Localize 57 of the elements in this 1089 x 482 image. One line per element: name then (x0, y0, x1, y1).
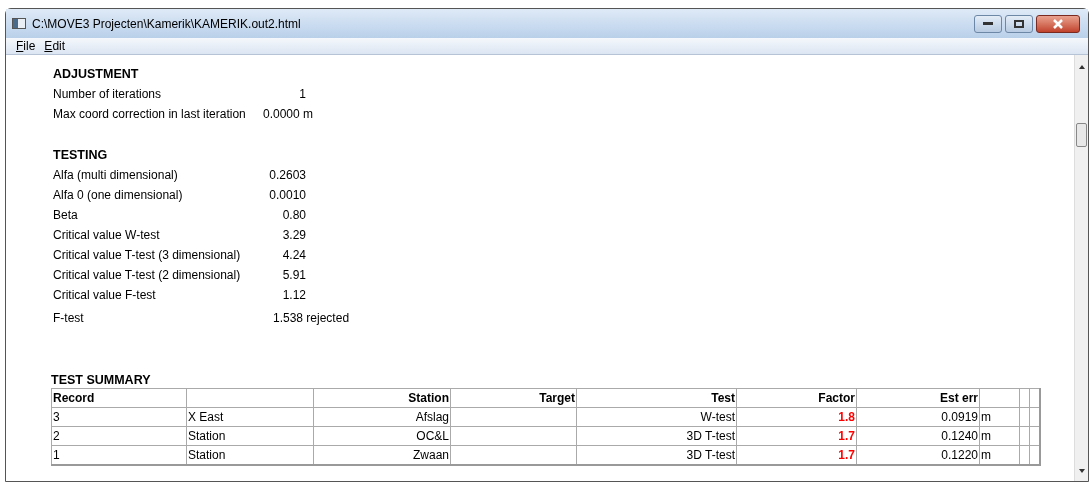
label-text: Number of iterations (53, 86, 163, 103)
table-cell: 0.0919 (856, 407, 980, 427)
table-cell: W-test (576, 407, 737, 427)
minimize-button[interactable] (974, 14, 1002, 33)
menu-item[interactable]: File (16, 37, 36, 55)
close-button[interactable] (1036, 14, 1080, 33)
value-text: 0.0000 m (263, 106, 314, 123)
label-text: F-test (53, 310, 85, 327)
section-heading: TESTING (53, 146, 109, 164)
table-cell: Afslag (313, 407, 451, 427)
column-header: Factor (736, 388, 857, 408)
value-text: 5.91 (281, 267, 306, 284)
app-icon (12, 18, 26, 29)
window-title: C:\MOVE3 Projecten\Kamerik\KAMERIK.out2.html (32, 15, 301, 33)
column-header: Test (576, 388, 737, 408)
table-cell: 2 (51, 426, 187, 446)
close-icon (1052, 18, 1064, 29)
table-cell: 1 (51, 445, 187, 465)
maximize-button[interactable] (1005, 14, 1033, 33)
value-text: 0.80 (281, 207, 306, 224)
column-header: Station (313, 388, 451, 408)
table-cell: 1.7 (736, 426, 857, 446)
table-cell: 3 (51, 407, 187, 427)
table-cell: Station (186, 445, 314, 465)
menu-item[interactable]: Edit (44, 37, 66, 55)
table-cell: m (979, 445, 1020, 465)
label-text: Critical value T-test (2 dimensional) (53, 267, 242, 284)
scroll-up-icon[interactable] (1079, 65, 1085, 69)
column-header: Est err (856, 388, 980, 408)
label-text: Alfa (multi dimensional) (53, 167, 179, 184)
scrollbar-thumb[interactable] (1076, 123, 1087, 147)
label-text: Alfa 0 (one dimensional) (53, 187, 184, 204)
table-cell: OC&L (313, 426, 451, 446)
value-text: 3.29 (281, 227, 306, 244)
section-heading: TEST SUMMARY (51, 372, 152, 388)
table-cell: X East (186, 407, 314, 427)
label-text: Critical value T-test (3 dimensional) (53, 247, 242, 264)
label-text: Beta (53, 207, 79, 224)
table-cell: m (979, 426, 1020, 446)
label-text: Max coord correction in last iteration (53, 106, 247, 123)
label-text: Critical value F-test (53, 287, 157, 304)
value-text: 4.24 (281, 247, 306, 264)
scroll-down-icon[interactable] (1079, 469, 1085, 473)
value-text: 0.2603 (268, 167, 306, 184)
table-cell: 1.8 (736, 407, 857, 427)
table-cell: Station (186, 426, 314, 446)
table-cell: m (979, 407, 1020, 427)
label-text: Critical value W-test (53, 227, 161, 244)
section-heading: ADJUSTMENT (53, 65, 140, 83)
column-header: Target (450, 388, 577, 408)
value-text: 0.0010 (268, 187, 306, 204)
table-cell: 0.1240 (856, 426, 980, 446)
value-text: 1 (298, 86, 306, 103)
column-header: Record (51, 388, 187, 408)
table-cell: 3D T-test (576, 426, 737, 446)
value-text: 1.12 (281, 287, 306, 304)
value-text: 1.538 rejected (273, 310, 350, 327)
